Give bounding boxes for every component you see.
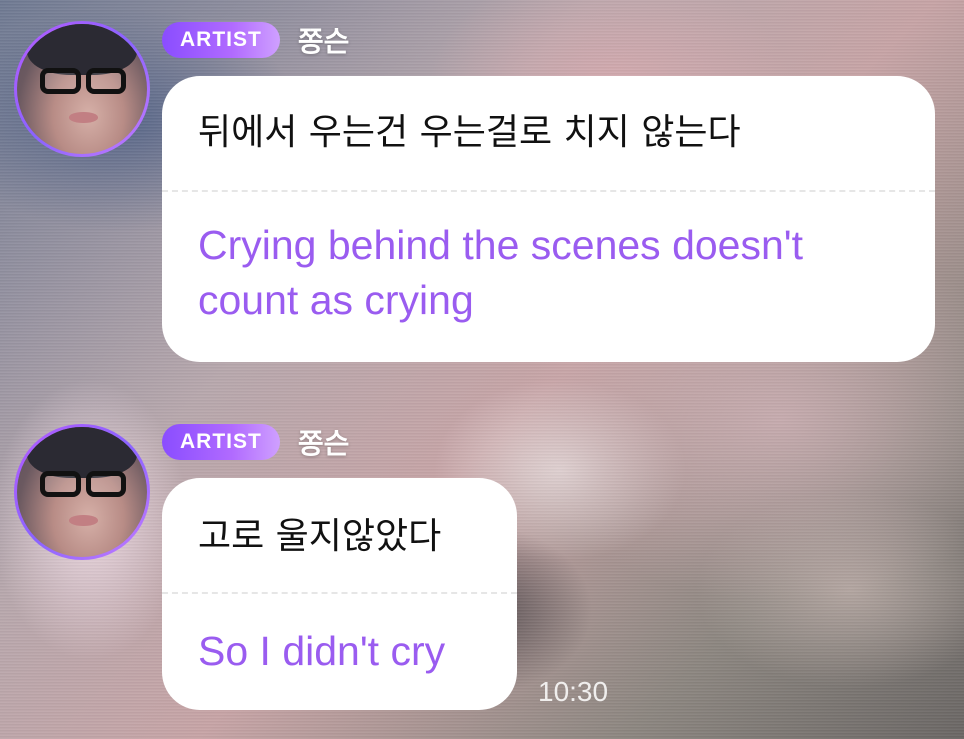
translation-text: So I didn't cry <box>198 628 446 674</box>
divider <box>162 592 517 594</box>
timestamp: 10:30 <box>538 676 609 707</box>
avatar-photo <box>17 427 147 557</box>
message-header: ARTIST 쫑슨 <box>162 424 349 460</box>
message-bubble[interactable]: 고로 울지않았다 So I didn't cry <box>162 478 517 710</box>
translation-text: Crying behind the scenes doesn't count a… <box>198 222 803 323</box>
sender-name[interactable]: 쫑슨 <box>298 20 350 60</box>
avatar[interactable] <box>14 424 150 560</box>
sender-name[interactable]: 쫑슨 <box>298 422 350 462</box>
original-text: 고로 울지않았다 <box>198 516 442 557</box>
original-text: 뒤에서 우는건 우는걸로 치지 않는다 <box>198 112 741 153</box>
divider <box>162 190 935 192</box>
avatar-photo <box>17 24 147 154</box>
artist-badge: ARTIST <box>162 424 280 460</box>
avatar[interactable] <box>14 21 150 157</box>
message-header: ARTIST 쫑슨 <box>162 22 349 58</box>
message-bubble[interactable]: 뒤에서 우는건 우는걸로 치지 않는다 Crying behind the sc… <box>162 76 935 362</box>
artist-badge: ARTIST <box>162 22 280 58</box>
